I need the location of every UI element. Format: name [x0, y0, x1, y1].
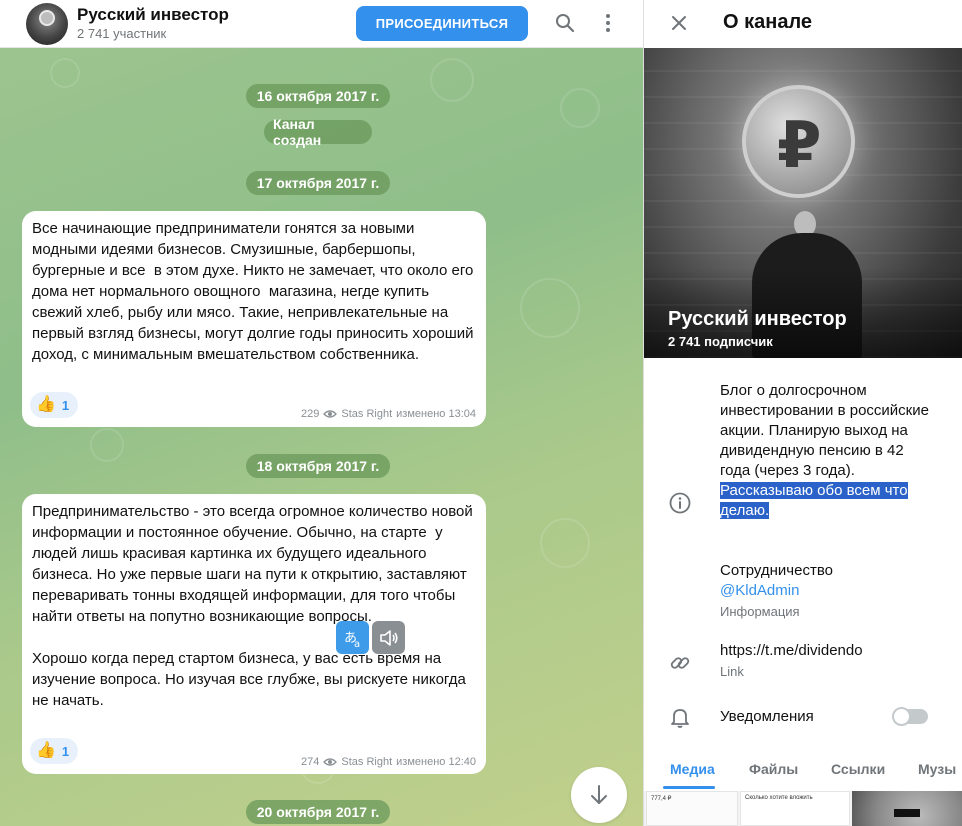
date-separator: 20 октября 2017 г. — [246, 800, 390, 824]
reaction-count: 1 — [61, 397, 70, 413]
tab-media[interactable]: Медиа — [670, 761, 715, 777]
thumbnail-text: Сколько хотите вложить — [745, 795, 813, 801]
eye-icon — [323, 409, 338, 419]
arrow-down-icon[interactable] — [571, 767, 627, 823]
bell-icon — [668, 705, 692, 729]
description-text: Блог о долгосрочном инвестировании в рос… — [720, 382, 929, 479]
notifications-label: Уведомления — [720, 708, 814, 725]
close-icon[interactable] — [666, 10, 692, 36]
search-icon[interactable] — [552, 10, 578, 36]
link-icon — [668, 651, 692, 675]
svg-text:₽: ₽ — [777, 109, 822, 183]
media-thumbnail[interactable]: 777,4 ₽ — [646, 791, 738, 826]
channel-cover[interactable]: ₽ Русский инвестор 2 741 подписчик — [644, 48, 962, 358]
date-separator: 17 октября 2017 г. — [246, 171, 390, 195]
message-author: Stas Right — [341, 408, 393, 420]
translate-icon[interactable]: あa — [336, 621, 369, 654]
chat-pane: Русский инвестор 2 741 участник ПРИСОЕДИ… — [0, 0, 643, 826]
view-count: 274 — [301, 756, 320, 768]
contact-text: Сотрудничество — [720, 562, 833, 579]
message-text: Предпринимательство - это всегда огромно… — [32, 503, 473, 709]
view-count: 229 — [301, 408, 320, 420]
media-tabs: Медиа Файлы Ссылки Музы — [644, 749, 962, 789]
reaction-chip[interactable]: 👍 1 — [30, 392, 78, 418]
contact-label: Информация — [720, 604, 800, 619]
cover-subscriber-count: 2 741 подписчик — [668, 334, 773, 349]
message-meta: 274 Stas Right изменено 12:40 — [301, 756, 476, 768]
message-edited: изменено 13:04 — [396, 408, 476, 420]
media-thumbnail[interactable]: Сколько хотите вложить — [740, 791, 850, 826]
more-vertical-icon[interactable] — [595, 10, 621, 36]
media-thumbnail[interactable] — [852, 791, 962, 826]
contact-link[interactable]: @KldAdmin — [720, 582, 799, 599]
channel-avatar[interactable] — [26, 3, 68, 45]
tab-links[interactable]: Ссылки — [831, 761, 885, 777]
tab-music[interactable]: Музы — [918, 761, 956, 777]
message-meta: 229 Stas Right изменено 13:04 — [301, 408, 476, 420]
join-button[interactable]: ПРИСОЕДИНИТЬСЯ — [356, 6, 528, 41]
date-separator: 16 октября 2017 г. — [246, 84, 390, 108]
thumbs-up-icon: 👍 — [36, 396, 56, 413]
cover-title: Русский инвестор — [668, 308, 847, 330]
info-icon — [668, 491, 692, 515]
chat-header: Русский инвестор 2 741 участник ПРИСОЕДИ… — [0, 0, 643, 48]
service-message: Канал создан — [264, 116, 372, 148]
message-text: Все начинающие предприниматели гонятся з… — [32, 220, 478, 363]
description-selected-text: Рассказываю обо всем что делаю. — [720, 482, 908, 519]
channel-link[interactable]: https://t.me/dividendo — [720, 642, 863, 659]
thumbs-up-icon: 👍 — [36, 742, 56, 759]
notifications-toggle[interactable] — [892, 707, 928, 726]
about-title: О канале — [723, 11, 813, 33]
chat-subscriber-count: 2 741 участник — [77, 26, 167, 41]
thumbnail-text: 777,4 ₽ — [651, 796, 672, 802]
active-tab-indicator — [663, 786, 715, 789]
chat-title[interactable]: Русский инвестор — [77, 5, 229, 25]
media-grid: 777,4 ₽ Сколько хотите вложить — [644, 791, 962, 826]
about-pane: О канале ₽ Русский инвестор 2 741 подпис… — [643, 0, 962, 826]
channel-link-label: Link — [720, 664, 744, 679]
message-bubble[interactable]: Предпринимательство - это всегда огромно… — [22, 494, 486, 774]
message-author: Stas Right — [341, 756, 393, 768]
about-header: О канале — [644, 0, 962, 48]
reaction-chip[interactable]: 👍 1 — [30, 738, 78, 764]
reaction-count: 1 — [61, 743, 70, 759]
message-bubble[interactable]: Все начинающие предприниматели гонятся з… — [22, 211, 486, 427]
tab-files[interactable]: Файлы — [749, 761, 798, 777]
ruble-coin-icon: ₽ — [742, 85, 855, 198]
date-separator: 18 октября 2017 г. — [246, 454, 390, 478]
eye-icon — [323, 757, 338, 767]
svg-text:a: a — [354, 639, 360, 649]
channel-description[interactable]: Блог о долгосрочном инвестировании в рос… — [720, 381, 935, 521]
speaker-icon[interactable] — [372, 621, 405, 654]
message-edited: изменено 12:40 — [396, 756, 476, 768]
